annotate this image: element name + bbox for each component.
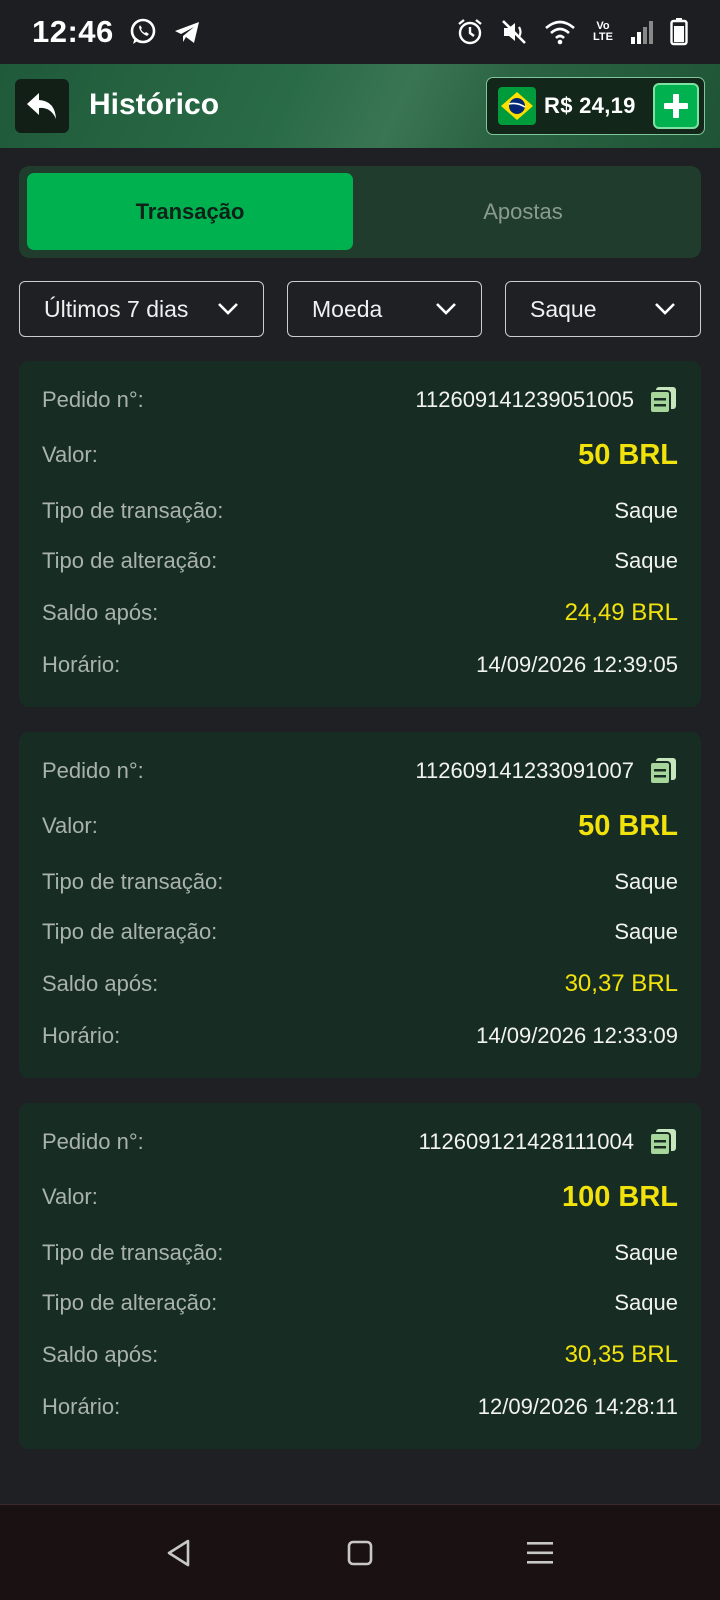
brazil-flag-icon xyxy=(498,87,536,125)
balance-after-value: 30,35 BRL xyxy=(564,1341,678,1368)
telegram-icon xyxy=(172,17,202,47)
copy-icon[interactable] xyxy=(648,756,678,786)
transaction-card: Pedido n°: 112609121428111004 Valor: 100… xyxy=(19,1103,701,1449)
chevron-down-icon xyxy=(217,302,239,316)
order-number: 112609121428111004 xyxy=(418,1129,634,1154)
chevron-down-icon xyxy=(654,302,676,316)
balance-after-label: Saldo após: xyxy=(42,971,159,996)
currency-filter-label: Moeda xyxy=(312,295,383,322)
tab-apostas[interactable]: Apostas xyxy=(353,173,693,250)
transaction-type-value: Saque xyxy=(614,498,678,523)
triangle-back-icon xyxy=(164,1538,194,1568)
order-value-group: 112609121428111004 xyxy=(419,1127,678,1157)
transaction-type-label: Tipo de transação: xyxy=(42,869,224,894)
volte-label: Vo LTE xyxy=(593,20,613,43)
time-value: 14/09/2026 12:33:09 xyxy=(476,1023,678,1048)
status-bar: 12:46 Vo LTE xyxy=(0,0,720,64)
transaction-type-label: Tipo de transação: xyxy=(42,1240,224,1265)
type-filter-label: Saque xyxy=(530,295,597,322)
app-header: Histórico R$ 24,19 xyxy=(0,64,720,148)
amount-label: Valor: xyxy=(42,442,98,467)
time-label: Horário: xyxy=(42,1394,121,1419)
back-button[interactable] xyxy=(15,79,69,133)
copy-icon[interactable] xyxy=(648,385,678,415)
order-label: Pedido n°: xyxy=(42,1129,144,1154)
currency-filter-dropdown[interactable]: Moeda xyxy=(287,281,482,337)
plus-icon xyxy=(662,92,690,120)
change-type-value: Saque xyxy=(614,1290,678,1315)
order-number: 112609141233091007 xyxy=(415,758,634,783)
balance-after-label: Saldo após: xyxy=(42,1342,159,1367)
order-label: Pedido n°: xyxy=(42,758,144,783)
back-arrow-icon xyxy=(25,91,59,121)
time-label: Horário: xyxy=(42,1023,121,1048)
system-nav-bar xyxy=(0,1504,720,1600)
change-type-label: Tipo de alteração: xyxy=(42,548,218,573)
status-time: 12:46 xyxy=(32,14,114,49)
change-type-value: Saque xyxy=(614,548,678,573)
nav-back-button[interactable] xyxy=(157,1531,201,1575)
period-filter-dropdown[interactable]: Últimos 7 dias xyxy=(19,281,264,337)
tab-transacao[interactable]: Transação xyxy=(27,173,353,250)
transaction-card: Pedido n°: 112609141239051005 Valor: 50 … xyxy=(19,361,701,707)
balance-after-value: 30,37 BRL xyxy=(564,970,678,997)
transaction-type-value: Saque xyxy=(614,869,678,894)
tab-bar: Transação Apostas xyxy=(19,166,701,258)
nav-home-button[interactable] xyxy=(338,1531,382,1575)
mute-icon xyxy=(500,18,528,46)
change-type-label: Tipo de alteração: xyxy=(42,919,218,944)
page-title: Histórico xyxy=(89,88,220,121)
whatsapp-icon xyxy=(128,17,158,47)
deposit-add-button[interactable] xyxy=(653,83,699,129)
balance-after-value: 24,49 BRL xyxy=(564,599,678,626)
time-label: Horário: xyxy=(42,652,121,677)
volte-icon: Vo LTE xyxy=(592,21,614,43)
type-filter-dropdown[interactable]: Saque xyxy=(505,281,701,337)
balance-amount: R$ 24,19 xyxy=(544,93,636,118)
balance-widget[interactable]: R$ 24,19 xyxy=(486,77,705,135)
order-label: Pedido n°: xyxy=(42,387,144,412)
transaction-card: Pedido n°: 112609141233091007 Valor: 50 … xyxy=(19,732,701,1078)
transaction-type-value: Saque xyxy=(614,1240,678,1265)
amount-value: 100 BRL xyxy=(561,1180,678,1213)
transaction-type-label: Tipo de transação: xyxy=(42,498,224,523)
period-filter-label: Últimos 7 dias xyxy=(44,295,189,322)
amount-value: 50 BRL xyxy=(578,438,678,471)
amount-label: Valor: xyxy=(42,1184,98,1209)
battery-icon xyxy=(670,18,688,46)
copy-icon[interactable] xyxy=(648,1127,678,1157)
alarm-icon xyxy=(456,18,484,46)
square-home-icon xyxy=(346,1539,374,1567)
order-number: 112609141239051005 xyxy=(415,387,634,412)
change-type-value: Saque xyxy=(614,919,678,944)
chevron-down-icon xyxy=(435,302,457,316)
change-type-label: Tipo de alteração: xyxy=(42,1290,218,1315)
amount-value: 50 BRL xyxy=(578,809,678,842)
wifi-icon xyxy=(544,18,576,46)
order-value-group: 112609141233091007 xyxy=(415,756,678,786)
nav-menu-button[interactable] xyxy=(518,1531,562,1575)
time-value: 14/09/2026 12:39:05 xyxy=(476,652,678,677)
order-value-group: 112609141239051005 xyxy=(415,385,678,415)
hamburger-menu-icon xyxy=(526,1540,554,1566)
signal-icon xyxy=(630,19,654,45)
time-value: 12/09/2026 14:28:11 xyxy=(477,1394,678,1419)
amount-label: Valor: xyxy=(42,813,98,838)
balance-after-label: Saldo após: xyxy=(42,600,159,625)
